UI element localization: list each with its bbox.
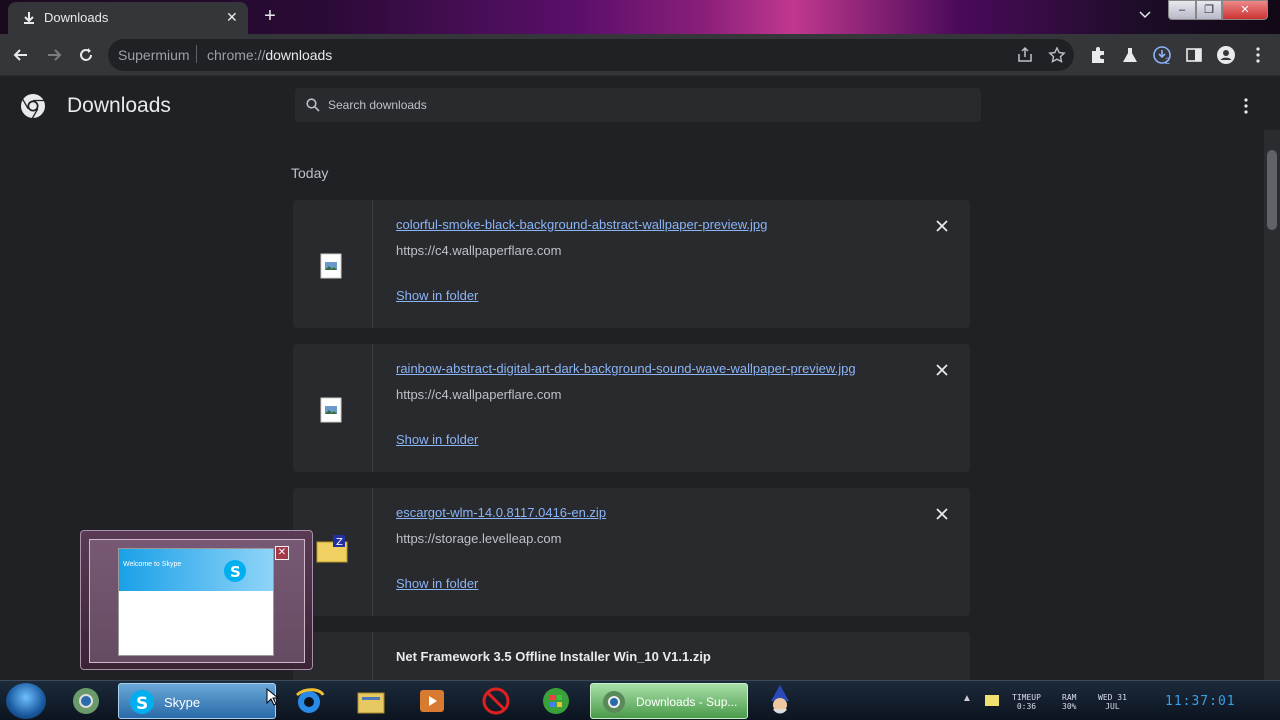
taskbar-clock[interactable]: 11:37:01: [1165, 694, 1236, 709]
new-tab-button[interactable]: +: [260, 5, 280, 28]
minimize-button[interactable]: –: [1168, 0, 1196, 20]
tab-title: Downloads: [44, 10, 109, 25]
ram-widget: RAM 30%: [1062, 693, 1076, 711]
remove-download-icon[interactable]: [935, 507, 949, 521]
start-button[interactable]: [6, 683, 46, 719]
media-player-icon[interactable]: [416, 685, 448, 717]
wizard-app-icon[interactable]: [764, 683, 796, 717]
file-icon-column: [293, 344, 373, 472]
preview-frame: Welcome to Skype S: [89, 539, 305, 663]
taskbar-downloads-label: Downloads - Sup...: [636, 695, 738, 709]
show-hidden-icons-arrow-icon[interactable]: ▲: [962, 693, 972, 704]
remove-download-icon[interactable]: [935, 363, 949, 377]
search-icon: [306, 98, 320, 112]
date-month: JUL: [1105, 702, 1120, 711]
download-source-url[interactable]: https://c4.wallpaperflare.com: [396, 243, 561, 258]
side-panel-icon[interactable]: [1184, 45, 1204, 65]
close-window-button[interactable]: ✕: [1222, 0, 1268, 20]
search-downloads-input[interactable]: Search downloads: [295, 88, 981, 122]
image-file-icon: [320, 397, 342, 423]
skype-icon: S: [130, 690, 154, 714]
tray-folder-icon[interactable]: [983, 691, 1001, 709]
download-source-url[interactable]: https://c4.wallpaperflare.com: [396, 387, 561, 402]
timeup-label: TIMEUP: [1012, 693, 1041, 702]
window-controls: – ❐ ✕: [1168, 0, 1268, 20]
skype-logo-icon: S: [224, 560, 246, 582]
scrollbar-thumb[interactable]: [1267, 150, 1277, 230]
svg-text:S: S: [136, 694, 148, 714]
ram-value: 30%: [1062, 702, 1077, 711]
download-item: colorful-smoke-black-background-abstract…: [293, 200, 970, 328]
bookmark-star-icon[interactable]: [1048, 46, 1066, 64]
skype-banner: [119, 549, 273, 591]
download-icon: [24, 12, 34, 24]
download-item: rainbow-abstract-digital-art-dark-backgr…: [293, 344, 970, 472]
maximize-button[interactable]: ❐: [1196, 0, 1222, 20]
browser-toolbar: Supermium chrome://downloads 2: [0, 34, 1280, 76]
back-icon[interactable]: [11, 45, 31, 65]
chromium-taskbar-icon[interactable]: [70, 685, 102, 717]
mouse-cursor-icon: [266, 688, 278, 706]
svg-text:Z: Z: [336, 537, 343, 548]
url-text: chrome://downloads: [207, 47, 332, 63]
labs-flask-icon[interactable]: [1120, 45, 1140, 65]
image-file-icon: [320, 253, 342, 279]
browser-menu-icon[interactable]: [1248, 45, 1268, 65]
tab-strip: Downloads ✕ + – ❐ ✕: [0, 0, 1280, 34]
taskbar-skype-label: Skype: [164, 695, 201, 710]
skype-welcome-text: Welcome to Skype: [123, 561, 182, 568]
download-count-badge: 2: [1165, 56, 1171, 66]
tab-search-chevron-icon[interactable]: [1138, 7, 1152, 21]
download-filename-text[interactable]: Net Framework 3.5 Offline Installer Win_…: [396, 649, 711, 664]
taskbar: S Skype Downloads - Sup... ▲ TIMEUP 0:36…: [0, 680, 1280, 720]
preview-close-button[interactable]: ✕: [275, 546, 289, 560]
tab-close-icon[interactable]: ✕: [226, 9, 238, 26]
date-widget: WED 31 JUL: [1098, 693, 1127, 711]
taskbar-thumbnail-preview[interactable]: Welcome to Skype S ✕: [80, 530, 313, 670]
taskbar-downloads-button[interactable]: Downloads - Sup...: [590, 683, 748, 719]
download-item: Z escargot-wlm-14.0.8117.0416-en.zip htt…: [293, 488, 970, 616]
extensions-puzzle-icon[interactable]: [1088, 45, 1108, 65]
search-placeholder: Search downloads: [328, 98, 427, 112]
timeup-value: 0:36: [1016, 702, 1037, 711]
profile-avatar-icon[interactable]: [1216, 45, 1236, 65]
show-in-folder-link[interactable]: Show in folder: [396, 576, 478, 591]
omnibox-separator: [196, 45, 197, 63]
download-filename-link[interactable]: escargot-wlm-14.0.8117.0416-en.zip: [396, 505, 606, 520]
windows-store-icon[interactable]: [540, 685, 572, 717]
url-path: downloads: [265, 47, 333, 63]
date-group-header: Today: [291, 165, 329, 181]
date-day: WED 31: [1098, 693, 1127, 702]
show-in-folder-link[interactable]: Show in folder: [396, 288, 478, 303]
file-icon-column: [293, 200, 373, 328]
remove-download-icon[interactable]: [935, 219, 949, 233]
tab-downloads[interactable]: Downloads ✕: [8, 2, 248, 34]
share-icon[interactable]: [1016, 46, 1034, 64]
reload-icon[interactable]: [76, 45, 96, 65]
download-source-url[interactable]: https://storage.levelleap.com: [396, 531, 561, 546]
svg-text:S: S: [230, 563, 241, 581]
forward-icon[interactable]: [44, 45, 64, 65]
address-bar[interactable]: Supermium chrome://downloads: [108, 39, 1074, 71]
download-filename-link[interactable]: colorful-smoke-black-background-abstract…: [396, 217, 767, 232]
download-filename-link[interactable]: rainbow-abstract-digital-art-dark-backgr…: [396, 361, 856, 376]
show-in-folder-link[interactable]: Show in folder: [396, 432, 478, 447]
zip-file-icon: Z: [316, 535, 348, 563]
taskbar-skype-button[interactable]: S Skype: [118, 683, 276, 719]
chromium-logo-icon: [21, 94, 45, 119]
ram-label: RAM: [1062, 693, 1077, 702]
blocked-app-icon[interactable]: [480, 685, 512, 717]
chromium-window-icon: [603, 691, 625, 713]
page-title: Downloads: [67, 94, 171, 117]
internet-explorer-icon[interactable]: [293, 685, 325, 717]
timeup-widget: TIMEUP 0:36: [1012, 693, 1041, 711]
file-explorer-icon[interactable]: [355, 685, 387, 717]
url-scheme: chrome://: [207, 47, 266, 63]
more-actions-icon[interactable]: [1244, 98, 1248, 114]
site-name: Supermium: [118, 47, 190, 63]
page-scrollbar[interactable]: [1264, 130, 1280, 680]
skype-window-thumbnail[interactable]: Welcome to Skype S: [118, 548, 274, 656]
